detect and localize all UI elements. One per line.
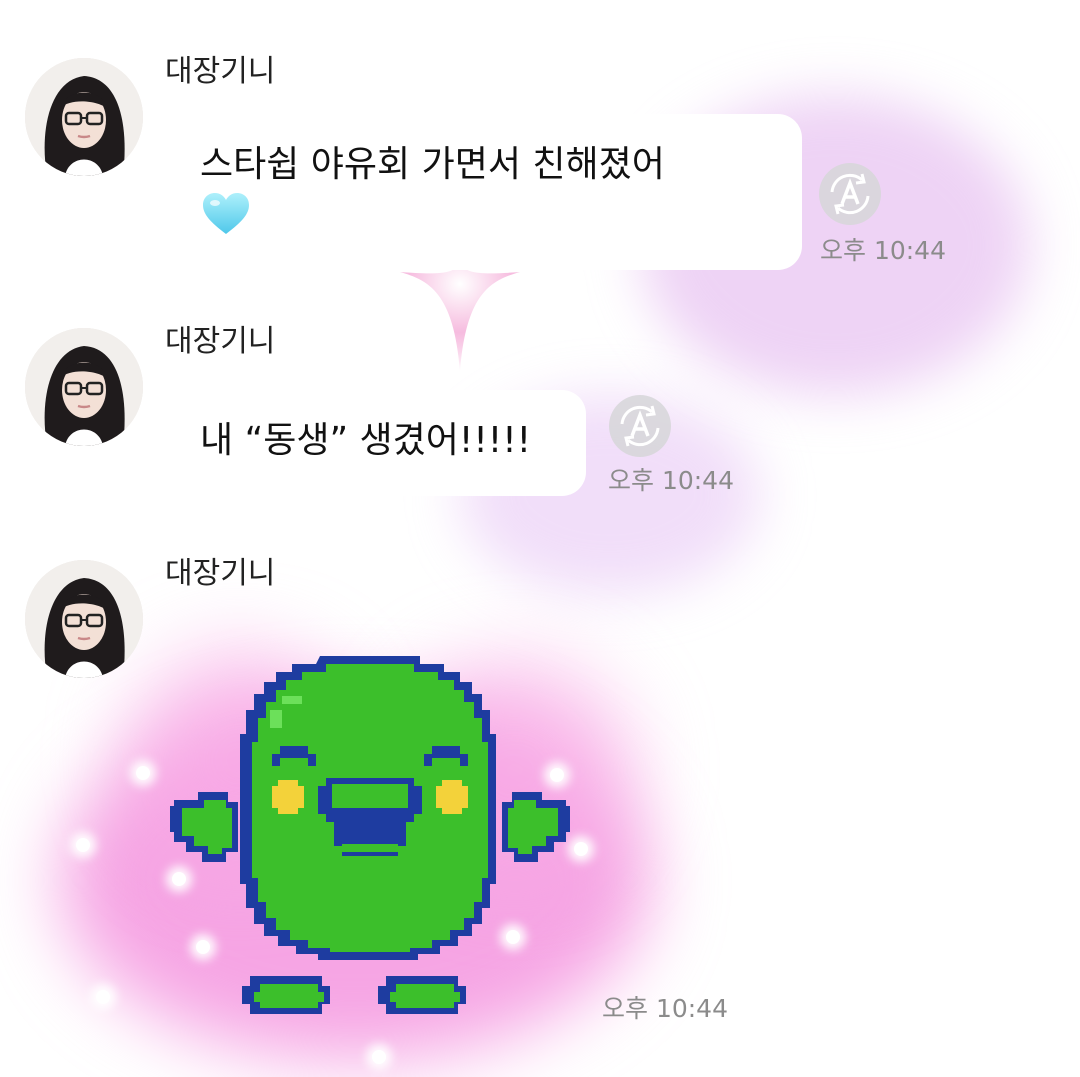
avatar[interactable] (25, 328, 143, 446)
message-text: 스타쉽 야유회 가면서 친해졌어 (200, 144, 665, 185)
message-row: 대장기니 스타쉽 야유회 가면서 친해졌어 오후 10:44 (0, 50, 1080, 280)
auto-translate-icon (819, 163, 881, 225)
avatar[interactable] (25, 560, 143, 678)
green-pixel-creature-sticker-icon (170, 656, 570, 1014)
profile-photo-icon (25, 58, 143, 176)
message-text: 내 “동생” 생겼어!!!!! (200, 420, 532, 461)
message-bubble[interactable]: 내 “동생” 생겼어!!!!! (166, 390, 586, 496)
sender-name: 대장기니 (165, 556, 276, 591)
message-bubble[interactable]: 스타쉽 야유회 가면서 친해졌어 (166, 114, 802, 270)
auto-translate-button[interactable] (608, 394, 672, 458)
message-row: 대장기니 오후 10:44 (0, 552, 1080, 1072)
light-blue-heart-icon (203, 193, 249, 234)
profile-photo-icon (25, 328, 143, 446)
avatar[interactable] (25, 58, 143, 176)
message-timestamp: 오후 10:44 (820, 236, 946, 265)
message-timestamp: 오후 10:44 (608, 466, 734, 495)
message-timestamp: 오후 10:44 (602, 994, 728, 1023)
profile-photo-icon (25, 560, 143, 678)
sender-name: 대장기니 (165, 324, 276, 359)
sticker-message[interactable] (170, 654, 570, 1032)
auto-translate-icon (609, 395, 671, 457)
message-row: 대장기니 내 “동생” 생겼어!!!!! 오후 10:44 (0, 320, 1080, 510)
auto-translate-button[interactable] (818, 162, 882, 226)
sender-name: 대장기니 (165, 54, 276, 89)
